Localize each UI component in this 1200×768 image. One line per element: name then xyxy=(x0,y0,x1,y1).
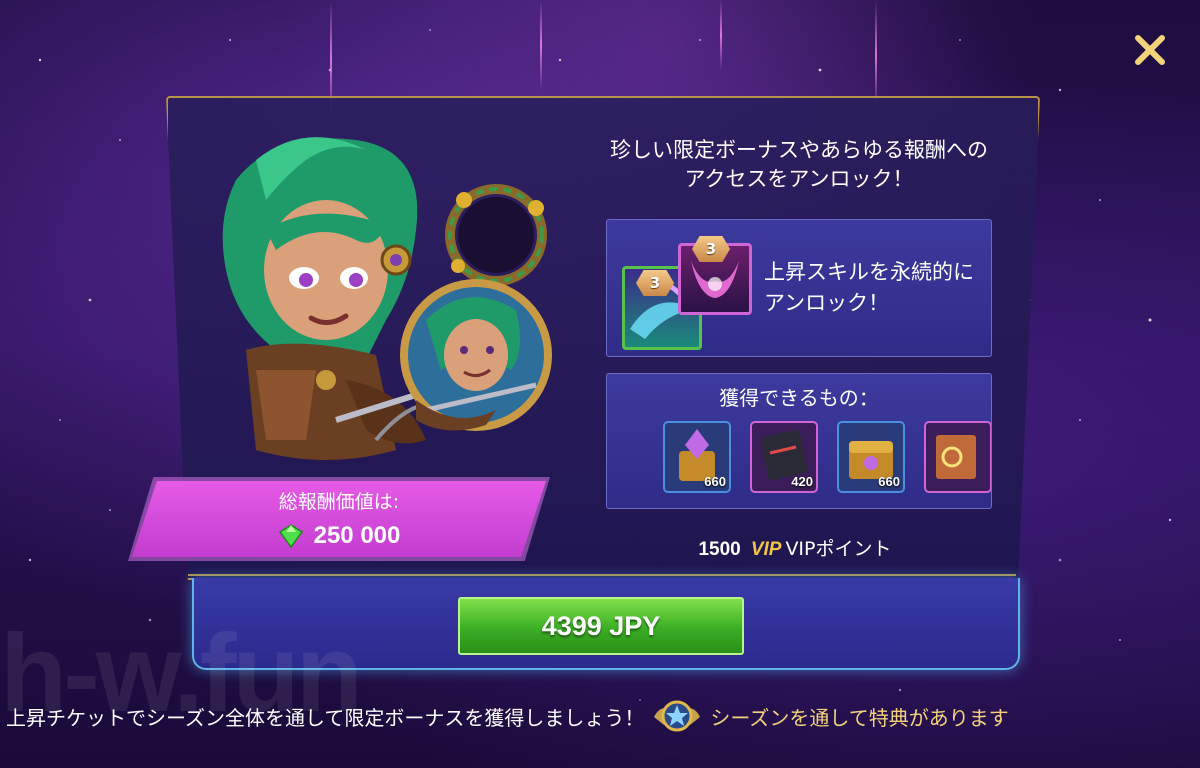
light-streak xyxy=(540,0,542,90)
reward-item[interactable] xyxy=(924,421,991,493)
offer-headline: 珍しい限定ボーナスやあらゆる報酬へのアクセスをアンロック！ xyxy=(610,138,988,191)
buy-button[interactable]: 4399 JPY xyxy=(458,597,744,655)
total-value-label: 総報酬価値は: xyxy=(278,491,400,513)
reward-item[interactable]: 660 xyxy=(837,421,905,493)
skill-rank-badge: 3 xyxy=(636,270,674,296)
vip-points-amount: 1500 xyxy=(698,539,741,560)
rewards-box: 獲得できるもの： 660 420 660 xyxy=(606,373,992,509)
season-perks-link[interactable]: シーズンを通して特典があります xyxy=(710,702,1008,731)
vip-badge: VIP xyxy=(750,539,782,560)
vip-points-row: 1500 VIP VIPポイント xyxy=(640,534,950,561)
light-streak xyxy=(875,0,877,110)
spellbook-icon xyxy=(936,435,976,479)
footer-bar: 上昇チケットでシーズン全体を通して限定ボーナスを獲得しましょう！ シーズンを通し… xyxy=(0,696,1200,736)
close-button[interactable] xyxy=(1128,28,1172,72)
reward-item[interactable]: 660 xyxy=(663,421,731,493)
reward-count: 660 xyxy=(704,474,726,489)
footer-text: 上昇チケットでシーズン全体を通して限定ボーナスを獲得しましょう！ xyxy=(6,705,645,730)
rewards-title: 獲得できるもの： xyxy=(719,386,879,410)
total-value-amount: 250 000 xyxy=(313,522,401,549)
reward-count: 420 xyxy=(791,474,813,489)
total-value-row: 250 000 xyxy=(132,522,546,550)
price-label: 4399 JPY xyxy=(541,610,661,641)
gem-icon xyxy=(278,524,303,549)
vip-points-label: VIPポイント xyxy=(785,538,892,560)
skill-unlock-text: 上昇スキルを永続的にアンロック！ xyxy=(764,260,974,315)
hero-artwork xyxy=(222,137,552,460)
light-streak xyxy=(720,0,722,70)
reward-item[interactable]: 420 xyxy=(750,421,818,493)
panel-divider xyxy=(188,574,1016,576)
close-icon xyxy=(1135,35,1165,65)
season-star-icon xyxy=(654,700,701,732)
reward-count: 660 xyxy=(878,474,900,489)
skill-rank-badge: 3 xyxy=(692,236,730,262)
